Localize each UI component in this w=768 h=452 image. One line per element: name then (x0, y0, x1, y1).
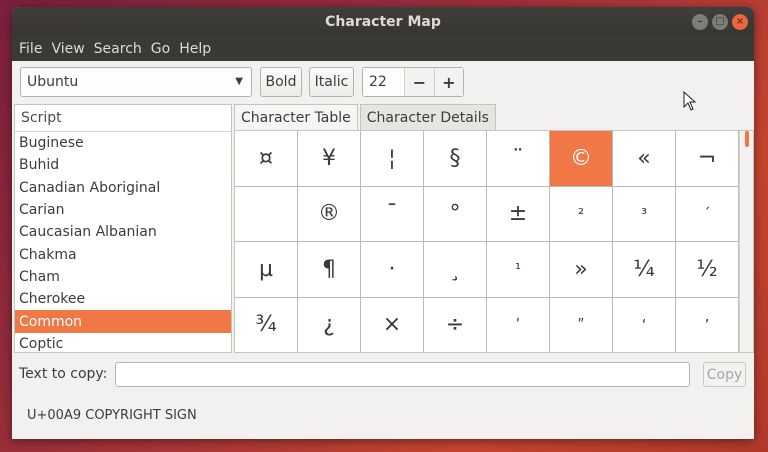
character-grid: ¤ ¥ ¦ § ¨ © «¬ ® ¯ ° ± ² ³ ´ µ ¶ · ¸ ¹» ¼ ½ ¾ ¿ × ÷ ʹ ʺ ʻ ʼ (235, 131, 739, 352)
maximize-icon[interactable]: □ (712, 14, 728, 30)
script-list-item[interactable]: Buhid (15, 154, 231, 176)
character-cell[interactable]: × (361, 297, 424, 352)
character-cell[interactable]: ¶ (298, 242, 361, 298)
scrollbar-thumb[interactable] (745, 131, 749, 147)
copy-button[interactable]: Copy (703, 362, 746, 387)
script-list-item[interactable]: Buginese (15, 132, 231, 154)
mouse-pointer-icon (683, 91, 697, 111)
character-cell[interactable]: ʺ (550, 297, 613, 352)
character-cell[interactable]: ° (424, 186, 487, 242)
character-cell[interactable]: ² (550, 186, 613, 242)
tab-character-table[interactable]: Character Table (234, 104, 358, 131)
script-list-item[interactable]: Coptic (15, 333, 231, 352)
character-cell[interactable]: ¥ (298, 131, 361, 187)
menu-view[interactable]: View (51, 41, 84, 57)
character-cell[interactable]: ¯ (361, 186, 424, 242)
font-select-value: Ubuntu (27, 74, 79, 90)
character-cell[interactable]: ¦ (361, 131, 424, 187)
character-table: ¤ ¥ ¦ § ¨ © «¬ ® ¯ ° ± ² ³ ´ µ ¶ · ¸ ¹» ¼ ½ ¾ ¿ × ÷ ʹ ʺ ʻ ʼ (234, 130, 754, 353)
character-cell[interactable]: ʼ (676, 297, 739, 352)
character-cell[interactable]: ¬ (676, 131, 739, 187)
script-list-item[interactable]: Carian (15, 199, 231, 221)
character-cell[interactable]: ® (298, 186, 361, 242)
script-list-item[interactable]: Cherokee (15, 288, 231, 310)
character-cell[interactable]: ½ (676, 242, 739, 298)
script-list-item[interactable]: Caucasian Albanian (15, 221, 231, 243)
font-size-stepper: 22 − + (362, 67, 464, 97)
character-cell[interactable]: ± (487, 186, 550, 242)
character-cell[interactable]: » (550, 242, 613, 298)
character-cell[interactable]: « (613, 131, 676, 187)
menu-go[interactable]: Go (151, 41, 170, 57)
copy-row: Text to copy: Copy (12, 359, 754, 389)
vertical-scrollbar[interactable] (739, 131, 753, 352)
font-select[interactable]: Ubuntu ▼ (20, 67, 252, 97)
title-bar: Character Map – □ × (12, 7, 754, 37)
character-cell[interactable]: ÷ (424, 297, 487, 352)
character-cell[interactable]: ʹ (487, 297, 550, 352)
character-cell[interactable]: ¼ (613, 242, 676, 298)
script-list-header[interactable]: Script (15, 105, 231, 132)
tab-bar: Character Table Character Details (234, 104, 498, 131)
italic-button[interactable]: Italic (309, 67, 354, 97)
status-bar-text: U+00A9 COPYRIGHT SIGN (27, 408, 197, 423)
chevron-down-icon: ▼ (235, 76, 243, 87)
character-cell[interactable]: ¾ (235, 297, 298, 352)
menu-bar: File View Search Go Help (12, 37, 754, 61)
menu-file[interactable]: File (19, 41, 42, 57)
close-icon[interactable]: × (732, 14, 748, 30)
character-cell[interactable]: ¨ (487, 131, 550, 187)
bold-button[interactable]: Bold (260, 67, 302, 97)
character-cell[interactable]: § (424, 131, 487, 187)
script-list-item[interactable]: Canadian Aboriginal (15, 177, 231, 199)
window-title: Character Map (325, 14, 441, 30)
character-cell[interactable]: © (550, 131, 613, 187)
character-cell[interactable]: ʻ (613, 297, 676, 352)
script-list: Script Buginese Buhid Canadian Aboriginal C… (14, 104, 232, 353)
character-cell[interactable]: ¹ (487, 242, 550, 298)
window-controls: – □ × (692, 14, 748, 30)
text-to-copy-input[interactable] (115, 362, 690, 387)
character-cell[interactable]: ´ (676, 186, 739, 242)
script-list-item[interactable]: Cham (15, 266, 231, 288)
character-cell[interactable] (235, 186, 298, 242)
decrease-size-button[interactable]: − (404, 68, 434, 96)
font-size-input[interactable]: 22 (363, 68, 404, 96)
character-cell[interactable]: ³ (613, 186, 676, 242)
character-cell[interactable]: · (361, 242, 424, 298)
text-to-copy-label: Text to copy: (19, 366, 108, 382)
minimize-icon[interactable]: – (692, 14, 708, 30)
menu-help[interactable]: Help (179, 41, 211, 57)
character-cell[interactable]: ¸ (424, 242, 487, 298)
menu-search[interactable]: Search (94, 41, 142, 57)
character-map-window: Character Map – □ × File View Search Go … (12, 7, 754, 439)
character-cell[interactable]: ¿ (298, 297, 361, 352)
toolbar: Ubuntu ▼ Bold Italic 22 − + (12, 61, 754, 103)
character-cell[interactable]: ¤ (235, 131, 298, 187)
script-list-item[interactable]: Chakma (15, 243, 231, 265)
character-cell[interactable]: µ (235, 242, 298, 298)
tab-character-details[interactable]: Character Details (359, 104, 496, 131)
increase-size-button[interactable]: + (433, 68, 464, 96)
script-list-item[interactable]: Common (15, 310, 231, 333)
